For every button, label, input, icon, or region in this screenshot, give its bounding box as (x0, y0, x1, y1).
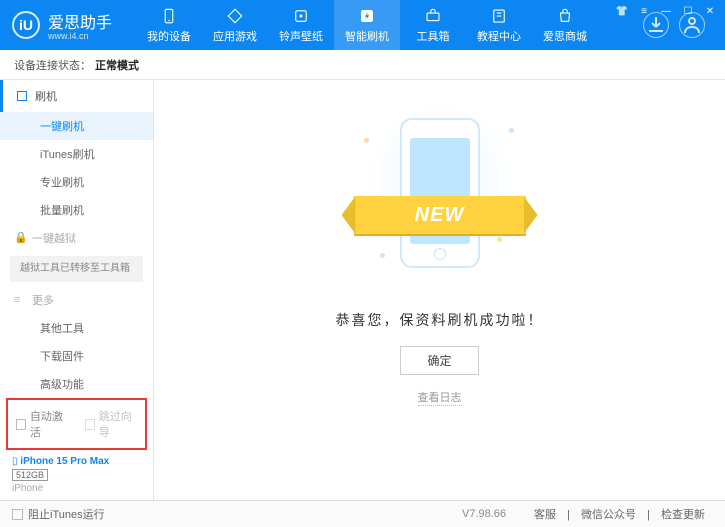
menu-icon[interactable]: ≡ (637, 4, 651, 18)
maximize-icon[interactable]: ☐ (681, 4, 695, 18)
status-prefix: 设备连接状态： (14, 57, 91, 73)
nav-apps[interactable]: 应用游戏 (202, 0, 268, 50)
label-skip-guide: 跳过向导 (99, 408, 137, 440)
sidebar-section-flash[interactable]: 刷机 (0, 80, 153, 112)
sidebar-item[interactable]: iTunes刷机 (0, 140, 153, 168)
nav-device[interactable]: 我的设备 (136, 0, 202, 50)
new-ribbon: NEW (354, 196, 526, 234)
sidebar-item[interactable]: 下载固件 (0, 342, 153, 370)
device-icon (160, 7, 178, 25)
nav-store[interactable]: 爱思商城 (532, 0, 598, 50)
nav-ringtone[interactable]: 铃声壁纸 (268, 0, 334, 50)
app-name: 爱思助手 (48, 9, 112, 33)
phone-graphic (400, 118, 480, 268)
footer-link[interactable]: 微信公众号 (581, 509, 636, 521)
version-label: V7.98.66 (462, 508, 506, 520)
status-value: 正常模式 (95, 57, 139, 73)
checkbox-skip-guide[interactable] (85, 419, 95, 430)
sidebar-item[interactable]: 一键刷机 (0, 112, 153, 140)
phone-icon: ▯ (12, 456, 18, 467)
status-bar: 设备连接状态： 正常模式 (0, 50, 725, 80)
sidebar-section-jailbreak: 🔒 一键越狱 (0, 224, 153, 252)
checkbox-block-itunes[interactable] (12, 509, 23, 520)
top-nav: 我的设备应用游戏铃声壁纸智能刷机工具箱教程中心爱思商城 (136, 0, 598, 50)
footer-link[interactable]: 检查更新 (661, 509, 705, 521)
store-icon (556, 7, 574, 25)
nav-tutorial[interactable]: 教程中心 (466, 0, 532, 50)
sidebar-item[interactable]: 高级功能 (0, 370, 153, 398)
sidebar-item[interactable]: 专业刷机 (0, 168, 153, 196)
device-type: iPhone (12, 483, 141, 494)
tutorial-icon (490, 7, 508, 25)
sidebar-section-more[interactable]: ≡ 更多 (0, 286, 153, 314)
device-info[interactable]: ▯ iPhone 15 Pro Max 512GB iPhone (0, 450, 153, 500)
list-icon: ≡ (14, 294, 24, 306)
sidebar-item[interactable]: 其他工具 (0, 314, 153, 342)
toolbox-icon (424, 7, 442, 25)
success-message: 恭喜您，保资料刷机成功啦！ (336, 310, 544, 330)
footer-link[interactable]: 客服 (534, 509, 556, 521)
square-icon (17, 91, 27, 101)
success-illustration: NEW (360, 108, 520, 298)
shirt-icon[interactable]: 👕 (615, 4, 629, 18)
device-storage: 512GB (12, 469, 48, 481)
highlighted-options: 自动激活 跳过向导 (6, 398, 147, 450)
apps-icon (226, 7, 244, 25)
view-log-link[interactable]: 查看日志 (418, 389, 462, 406)
flash-icon (358, 7, 376, 25)
lock-icon: 🔒 (14, 231, 24, 244)
close-icon[interactable]: ✕ (703, 4, 717, 18)
window-controls: 👕 ≡ ― ☐ ✕ (615, 4, 717, 18)
minimize-icon[interactable]: ― (659, 4, 673, 18)
main-content: NEW 恭喜您，保资料刷机成功啦！ 确定 查看日志 (154, 80, 725, 500)
label-auto-activate: 自动激活 (30, 408, 68, 440)
checkbox-auto-activate[interactable] (16, 419, 26, 430)
jailbreak-note: 越狱工具已转移至工具箱 (10, 256, 143, 282)
footer: 阻止iTunes运行 V7.98.66 客服 | 微信公众号 | 检查更新 (0, 500, 725, 527)
ringtone-icon (292, 7, 310, 25)
sidebar-item[interactable]: 批量刷机 (0, 196, 153, 224)
title-bar: 👕 ≡ ― ☐ ✕ iU 爱思助手 www.i4.cn 我的设备应用游戏铃声壁纸… (0, 0, 725, 50)
device-name: iPhone 15 Pro Max (20, 456, 109, 467)
logo-icon: iU (12, 11, 40, 39)
nav-flash[interactable]: 智能刷机 (334, 0, 400, 50)
sidebar: 刷机 一键刷机iTunes刷机专业刷机批量刷机 🔒 一键越狱 越狱工具已转移至工… (0, 80, 154, 500)
label-block-itunes: 阻止iTunes运行 (28, 506, 105, 522)
ok-button[interactable]: 确定 (400, 346, 478, 375)
app-url: www.i4.cn (48, 31, 112, 41)
nav-toolbox[interactable]: 工具箱 (400, 0, 466, 50)
app-logo: iU 爱思助手 www.i4.cn (12, 9, 112, 41)
